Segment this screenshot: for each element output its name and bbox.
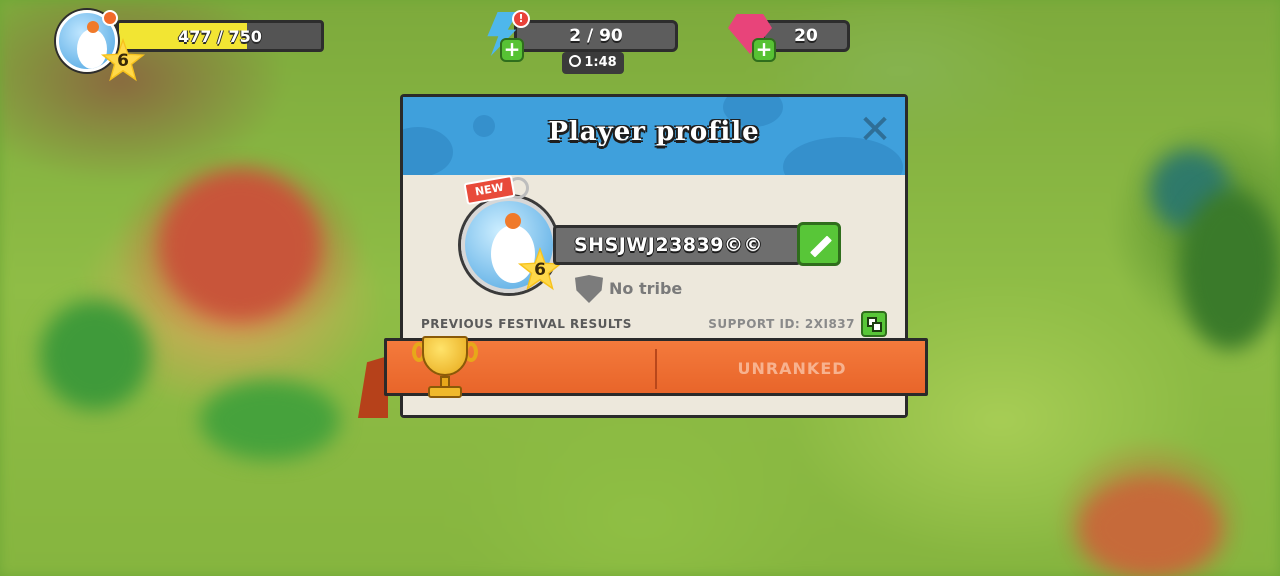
energy-timer: 1:48 (562, 52, 624, 74)
tribe-label: No tribe (609, 279, 683, 298)
festival-rank: UNRANKED (737, 359, 847, 378)
clock-icon (569, 55, 582, 67)
energy-bar: 2 / 90 (514, 20, 678, 52)
shield-icon (575, 275, 603, 303)
add-gems-button[interactable]: + (752, 38, 776, 62)
chicken-avatar-icon (491, 225, 535, 283)
add-energy-button[interactable]: + (500, 38, 524, 62)
chicken-comb (87, 21, 99, 33)
farm-house-blur (160, 170, 320, 320)
xp-hud[interactable]: 477 / 750 6 (56, 10, 324, 82)
notification-dot (102, 10, 118, 26)
support-id: SUPPORT ID: 2XI837 (708, 317, 855, 331)
copy-support-id-button[interactable] (861, 311, 887, 337)
tree-blur (1180, 190, 1280, 350)
xp-bar: 477 / 750 (116, 20, 324, 52)
barn-blur (1080, 480, 1220, 576)
player-name-field: SHSJWJ23839©© (553, 225, 801, 265)
bush-blur (40, 300, 150, 410)
edit-name-button[interactable] (797, 222, 841, 266)
trophy-cup (422, 336, 468, 376)
player-name: SHSJWJ23839©© (574, 234, 763, 256)
close-icon[interactable]: ✕ (857, 110, 893, 150)
trophy-base (428, 386, 462, 398)
dialog-header: Player profile ✕ (403, 97, 905, 175)
energy-timer-text: 1:48 (584, 55, 617, 70)
gems-hud[interactable]: 20 + (724, 10, 850, 66)
energy-hud[interactable]: 2 / 90 ! + 1:48 (480, 10, 680, 76)
xp-text: 477 / 750 (178, 27, 262, 46)
dialog-title: Player profile (548, 117, 760, 147)
chicken-comb (505, 213, 521, 229)
ribbon-divider (655, 349, 657, 389)
alert-icon: ! (512, 10, 530, 28)
chicken-avatar-icon (77, 29, 107, 69)
festival-results-label: PREVIOUS FESTIVAL RESULTS (421, 317, 632, 331)
copy-icon-front (872, 322, 882, 332)
bush-blur (200, 380, 340, 460)
pencil-icon (810, 235, 832, 258)
trophy-icon (412, 332, 478, 402)
